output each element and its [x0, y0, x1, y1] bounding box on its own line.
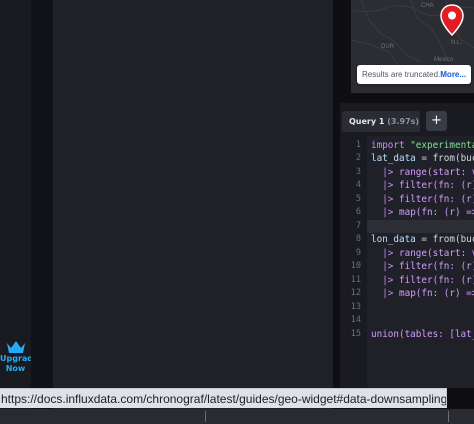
code-pipe: |>	[382, 275, 394, 286]
map-label-mexico: Mexico	[434, 57, 454, 63]
code-pipe: |>	[382, 194, 394, 205]
line-number: 5	[355, 194, 361, 204]
line-number: 4	[355, 180, 361, 190]
code-keyword: import	[371, 140, 405, 151]
line-number: 3	[355, 167, 361, 177]
code-expression: = from(buc	[421, 234, 474, 245]
code-function: filter(fn: (r)	[399, 275, 474, 286]
panel-divider[interactable]	[333, 0, 340, 424]
upgrade-label: Upgrade	[0, 354, 31, 363]
upgrade-now-label: Now	[5, 364, 26, 373]
results-truncated-notice: Results are truncated.More...	[357, 65, 471, 84]
query-tab-label: Query 1	[349, 117, 385, 126]
query-tab-time: (3.97s)	[387, 117, 420, 126]
code-pipe: |>	[382, 167, 394, 178]
code-expression: = from(buc	[421, 153, 474, 164]
line-number: 7	[355, 221, 361, 231]
code-line-3: |> range(start: v	[371, 166, 474, 179]
code-function: map(fn: (r) =>	[399, 288, 474, 299]
code-function: filter(fn: (r)	[399, 261, 474, 272]
code-line-4: |> filter(fn: (r)	[371, 179, 474, 192]
code-line-11: |> filter(fn: (r)	[371, 274, 474, 287]
left-nav-sidebar: Upgrade Now	[0, 0, 32, 424]
line-number: 10	[350, 261, 361, 271]
crown-icon	[6, 341, 25, 353]
code-pipe: |>	[382, 288, 394, 299]
toolbar-divider	[205, 411, 206, 422]
line-number: 2	[355, 153, 361, 163]
code-string: "experimenta	[410, 140, 474, 151]
line-number: 15	[350, 329, 361, 339]
tab-query-1[interactable]: Query 1 (3.97s)	[342, 111, 420, 132]
line-number: 9	[355, 248, 361, 258]
map-pin-icon[interactable]	[440, 4, 464, 36]
code-function: map(fn: (r) =>	[399, 207, 474, 218]
more-link[interactable]: More...	[440, 70, 466, 79]
code-identifier: lat_data	[371, 153, 416, 164]
map-label-nl: N.L.	[451, 40, 463, 46]
line-number: 11	[350, 275, 361, 285]
line-number: 1	[355, 140, 361, 150]
bottom-toolbar	[0, 409, 474, 424]
map-label-dur: DUR	[381, 44, 394, 50]
toolbar-divider	[448, 411, 449, 422]
code-line-5: |> filter(fn: (r)	[371, 193, 474, 206]
code-line-6: |> map(fn: (r) =>	[371, 206, 474, 219]
code-line-8: lon_data = from(buc	[371, 233, 474, 246]
map-label-cha: CHA	[421, 3, 434, 9]
code-line-1: import "experimenta	[371, 139, 474, 152]
code-function: union(tables: [lat_	[371, 329, 474, 340]
code-pipe: |>	[382, 180, 394, 191]
code-line-12: |> map(fn: (r) =>	[371, 287, 474, 300]
code-pipe: |>	[382, 261, 394, 272]
code-function: range(start: v	[399, 248, 474, 259]
upgrade-now-button[interactable]: Upgrade Now	[0, 340, 31, 374]
line-number: 13	[350, 302, 361, 312]
dashboard-panel-left	[53, 0, 333, 424]
line-number: 6	[355, 207, 361, 217]
truncated-text: Results are truncated.	[362, 70, 441, 79]
code-identifier: lon_data	[371, 234, 416, 245]
code-pipe: |>	[382, 207, 394, 218]
line-number: 14	[350, 315, 361, 325]
code-line-15: union(tables: [lat_	[371, 328, 474, 341]
add-query-button[interactable]: +	[426, 111, 447, 131]
code-line-9: |> range(start: v	[371, 247, 474, 260]
code-line-2: lat_data = from(buc	[371, 152, 474, 165]
code-function: filter(fn: (r)	[399, 180, 474, 191]
code-line-10: |> filter(fn: (r)	[371, 260, 474, 273]
code-function: filter(fn: (r)	[399, 194, 474, 205]
code-pipe: |>	[382, 248, 394, 259]
sidebar-gap	[31, 0, 53, 424]
link-status-url: https://docs.influxdata.com/chronograf/l…	[0, 388, 447, 408]
line-number: 12	[350, 288, 361, 298]
code-function: range(start: v	[399, 167, 474, 178]
line-number: 8	[355, 234, 361, 244]
